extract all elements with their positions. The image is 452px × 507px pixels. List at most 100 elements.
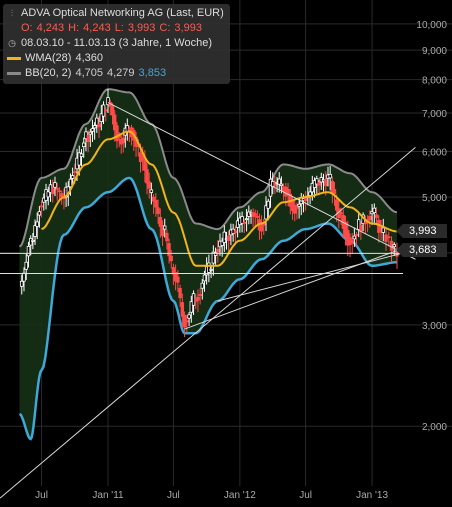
- candle-body: [253, 213, 257, 216]
- candle-body: [68, 178, 73, 188]
- chart-root: 2,000 3,000 5,000 6,000 7,000 8,000 9,000 10,00…: [0, 0, 452, 507]
- candle-body: [180, 302, 185, 317]
- bb-upper-value: 4,705: [75, 67, 103, 79]
- x-tick-label: Jan '13: [356, 490, 388, 501]
- candle-body: [244, 218, 249, 221]
- bb-mid-value: 4,279: [107, 67, 135, 79]
- ref-label-3993: 3,993: [396, 224, 447, 238]
- candle-body: [332, 189, 337, 195]
- candle-body: [147, 181, 151, 189]
- candle-body: [24, 261, 28, 270]
- candle-body: [354, 234, 359, 236]
- candle-body: [359, 224, 363, 232]
- candle-body: [295, 206, 299, 209]
- legend-bb-row: BB(20, 2) 4,705 4,279 3,853: [7, 66, 224, 81]
- candle-body: [255, 215, 260, 218]
- candle-body: [185, 320, 189, 323]
- candle-body: [187, 314, 191, 319]
- bb-lower-value: 3,853: [138, 67, 167, 79]
- candle-body: [115, 125, 119, 142]
- candle-body: [242, 221, 247, 224]
- y-tick-label: 8,000: [422, 76, 447, 87]
- ref-label-3683: 3,683: [396, 243, 447, 257]
- wma-swatch-icon: [7, 57, 21, 60]
- x-tick-label: Jan '11: [92, 490, 124, 501]
- wma-value: 4,360: [75, 52, 103, 64]
- candle-body: [92, 125, 97, 129]
- candle-body: [22, 272, 26, 282]
- ohlc-low-value: 3,993: [127, 22, 156, 34]
- candle-body: [198, 294, 202, 296]
- candle-body: [169, 255, 173, 262]
- candle-body: [53, 182, 57, 188]
- candle-body: [97, 123, 101, 128]
- candle-body: [209, 268, 213, 271]
- candle-body: [145, 169, 149, 184]
- ohlc-close-label: C:: [159, 22, 171, 34]
- candle-body: [86, 135, 90, 143]
- candle-body: [154, 199, 158, 208]
- legend-wma-row: WMA(28) 4,360: [7, 51, 224, 66]
- candle-body: [35, 221, 39, 227]
- candle-body: [156, 207, 160, 215]
- candle-body: [167, 243, 171, 257]
- candle-body: [328, 173, 332, 179]
- candle-body: [387, 236, 391, 239]
- legend-title: ADVA Optical Networking AG (Last, EUR): [21, 7, 224, 19]
- ohlc-open-value: 4,243: [36, 22, 65, 34]
- legend-title-row: ⫶ ADVA Optical Networking AG (Last, EUR): [7, 6, 224, 21]
- ohlc-high-label: H:: [68, 22, 80, 34]
- candle-body: [143, 159, 147, 171]
- bb-swatch-icon: [7, 72, 21, 75]
- ohlc-close-value: 3,993: [174, 22, 202, 34]
- candle-body: [384, 234, 388, 243]
- candle-body: [82, 142, 86, 148]
- candle-body: [163, 225, 167, 230]
- candle-body: [70, 175, 75, 179]
- candle-body: [324, 179, 328, 187]
- y-tick-label: 7,000: [422, 109, 447, 120]
- legend-panel: ⫶ ADVA Optical Networking AG (Last, EUR)…: [3, 4, 230, 84]
- candle-body: [178, 287, 182, 299]
- candle-body: [350, 240, 354, 244]
- candle-body: [216, 248, 220, 253]
- ohlc-low-label: L:: [114, 22, 124, 34]
- candle-body: [176, 276, 180, 283]
- candle-body: [381, 227, 385, 233]
- candle-body: [73, 171, 77, 173]
- legend-period-row: ◷ 08.03.10 - 11.03.13 (3 Jahre, 1 Woche): [7, 36, 224, 51]
- candle-body: [20, 280, 24, 287]
- candle-body: [233, 230, 238, 234]
- candle-body: [389, 240, 394, 251]
- candle-body: [308, 191, 312, 196]
- candle-body: [31, 240, 35, 242]
- chart-type-icon: ⫶: [10, 8, 14, 18]
- candle-body: [226, 235, 231, 241]
- candle-body: [88, 131, 93, 135]
- candle-body: [207, 262, 211, 273]
- candle-body: [51, 188, 55, 195]
- candle-body: [37, 211, 42, 216]
- candle-body: [79, 153, 84, 157]
- clock-icon: ◷: [8, 38, 16, 48]
- x-tick-label: Jul: [167, 490, 180, 501]
- candle-body: [374, 214, 379, 219]
- candle-body: [202, 274, 207, 282]
- candle-body: [279, 183, 284, 187]
- wma-label: WMA(28): [25, 52, 72, 64]
- y-tick-label: 6,000: [422, 148, 447, 159]
- candle-body: [104, 109, 108, 112]
- ohlc-high-value: 4,243: [83, 22, 111, 34]
- bb-label: BB(20, 2): [25, 67, 72, 79]
- candle-body: [165, 232, 169, 242]
- y-tick-label: 5,000: [422, 193, 447, 204]
- candle-body: [55, 187, 59, 190]
- candle-body: [33, 225, 37, 237]
- legend-ohlc-row: O: 4,243 H: 4,243 L: 3,993 C: 3,993: [7, 21, 224, 36]
- y-tick-label: 2,000: [422, 422, 447, 433]
- x-tick-label: Jan '12: [224, 490, 256, 501]
- candle-body: [297, 203, 301, 207]
- y-tick-label: 3,000: [422, 321, 447, 332]
- candle-body: [222, 231, 227, 243]
- candle-body: [39, 205, 44, 208]
